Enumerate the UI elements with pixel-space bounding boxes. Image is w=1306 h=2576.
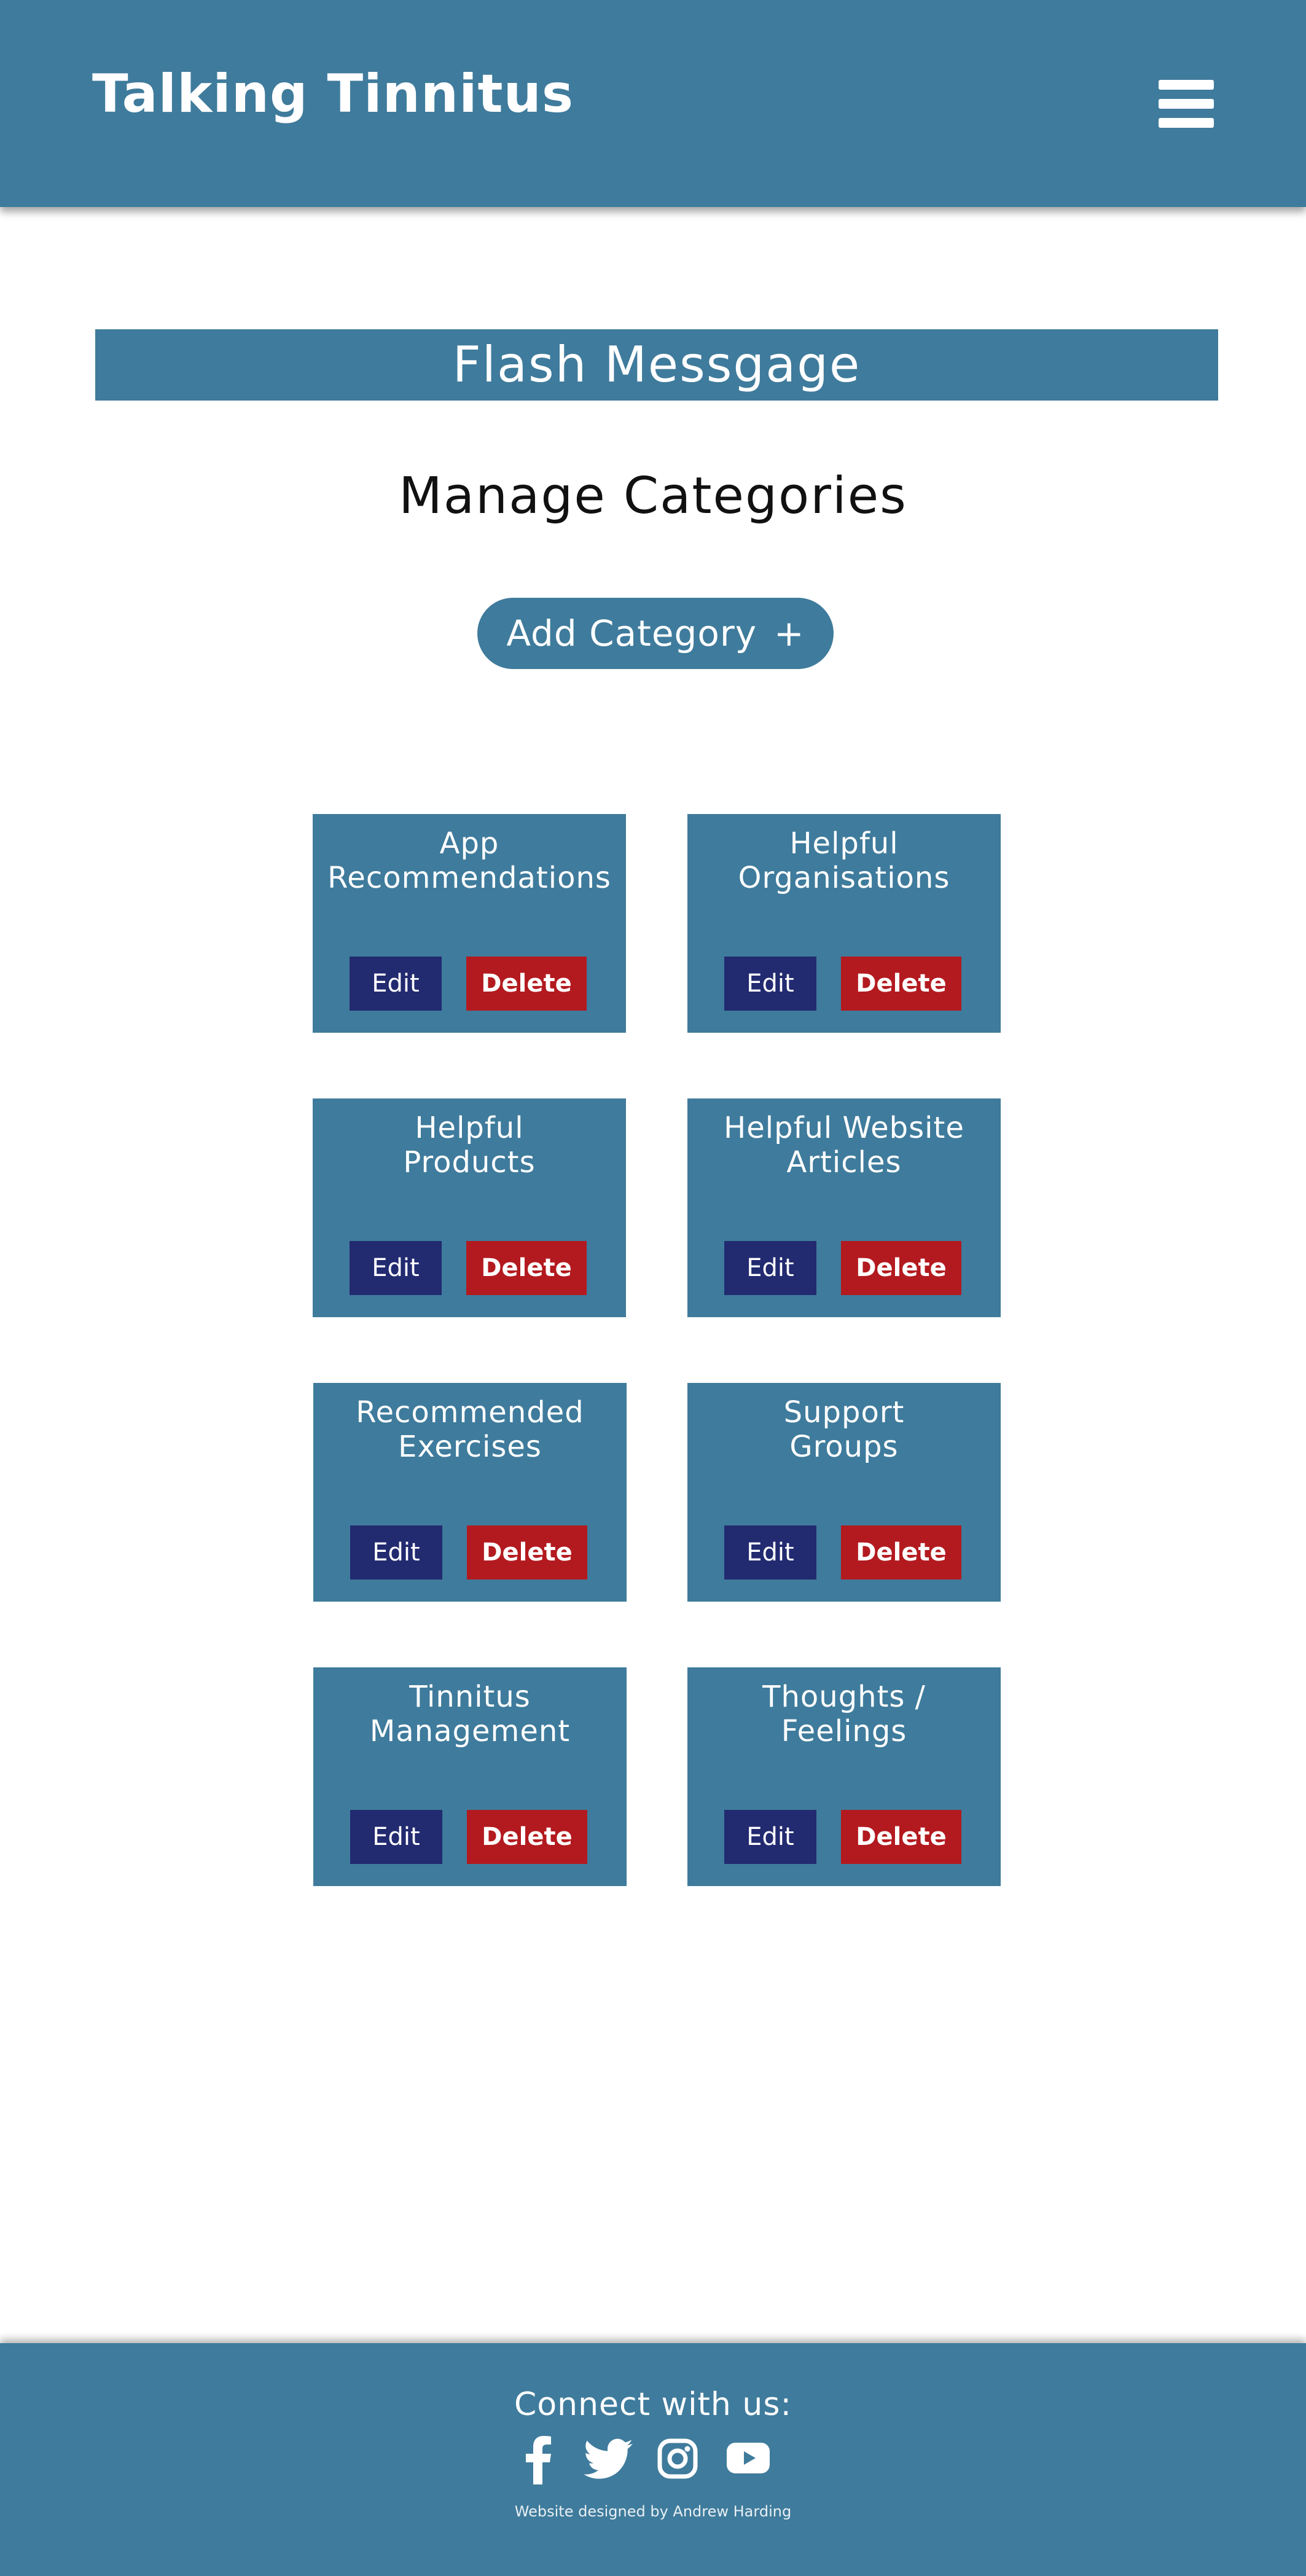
delete-button[interactable]: Delete [841, 1525, 961, 1580]
category-card: Tinnitus Management Edit Delete [313, 1667, 627, 1886]
category-name: Helpful Organisations [694, 826, 995, 895]
page-title: Manage Categories [399, 467, 907, 525]
delete-button[interactable]: Delete [467, 1525, 587, 1580]
edit-button[interactable]: Edit [724, 1810, 816, 1864]
category-name: Tinnitus Management [319, 1680, 620, 1748]
delete-button[interactable]: Delete [466, 957, 587, 1011]
twitter-icon[interactable] [584, 2438, 633, 2480]
category-card: Support Groups Edit Delete [687, 1383, 1001, 1602]
add-category-button[interactable]: Add Category + [477, 598, 834, 669]
edit-button[interactable]: Edit [724, 957, 816, 1011]
category-name-line: Articles [786, 1145, 902, 1180]
edit-button[interactable]: Edit [350, 957, 442, 1011]
category-name-line: Products [403, 1145, 536, 1180]
footer-heading: Connect with us: [514, 2386, 792, 2423]
category-name-line: Feelings [781, 1714, 907, 1748]
category-name: Thoughts / Feelings [694, 1680, 995, 1748]
delete-button[interactable]: Delete [841, 1241, 961, 1295]
category-card: Thoughts / Feelings Edit Delete [687, 1667, 1001, 1886]
delete-button[interactable]: Delete [841, 1810, 961, 1864]
category-name-line: Helpful Website [724, 1111, 964, 1145]
brand-title[interactable]: Talking Tinnitus [92, 68, 574, 120]
edit-button[interactable]: Edit [724, 1525, 816, 1580]
category-name-line: Support [783, 1395, 905, 1430]
hamburger-menu-icon[interactable] [1159, 80, 1214, 128]
instagram-icon[interactable] [657, 2438, 698, 2479]
facebook-icon[interactable] [525, 2435, 552, 2484]
delete-button[interactable]: Delete [467, 1810, 587, 1864]
category-name: Support Groups [694, 1395, 995, 1464]
hamburger-bar [1159, 99, 1214, 109]
category-card: Helpful Organisations Edit Delete [687, 814, 1001, 1033]
delete-button[interactable]: Delete [466, 1241, 587, 1295]
category-card: App Recommendations Edit Delete [313, 814, 626, 1033]
category-name-line: Tinnitus [409, 1680, 531, 1714]
category-name-line: Recommended [356, 1395, 584, 1430]
category-name-line: Helpful [415, 1111, 524, 1145]
category-name-line: Exercises [398, 1430, 542, 1464]
category-name-line: Recommendations [327, 861, 611, 895]
category-name-line: Organisations [738, 861, 950, 895]
category-name-line: Helpful [789, 826, 899, 861]
edit-button[interactable]: Edit [350, 1241, 442, 1295]
navbar: Talking Tinnitus [0, 0, 1306, 207]
category-name: Helpful Products [319, 1111, 620, 1180]
category-name: Recommended Exercises [319, 1395, 620, 1464]
category-card: Recommended Exercises Edit Delete [313, 1383, 627, 1602]
category-name-line: Management [369, 1714, 571, 1748]
footer-credit: Website designed by Andrew Harding [514, 2503, 792, 2520]
edit-button[interactable]: Edit [350, 1810, 442, 1864]
category-card: Helpful Products Edit Delete [313, 1098, 626, 1317]
add-category-label: Add Category [506, 613, 757, 654]
category-name-line: App [439, 826, 499, 861]
hamburger-bar [1159, 80, 1214, 90]
category-name-line: Thoughts / [762, 1680, 926, 1714]
flash-message: Flash Messgage [95, 329, 1218, 401]
edit-button[interactable]: Edit [350, 1525, 442, 1580]
edit-button[interactable]: Edit [724, 1241, 816, 1295]
plus-icon: + [774, 613, 805, 654]
youtube-icon[interactable] [727, 2443, 770, 2473]
category-name-line: Groups [789, 1430, 899, 1464]
footer: Connect with us: Website designed by And… [0, 2343, 1306, 2576]
delete-button[interactable]: Delete [841, 957, 961, 1011]
category-name: App Recommendations [319, 826, 620, 895]
category-card: Helpful Website Articles Edit Delete [687, 1098, 1001, 1317]
category-name: Helpful Website Articles [694, 1111, 995, 1180]
hamburger-bar [1159, 118, 1214, 128]
